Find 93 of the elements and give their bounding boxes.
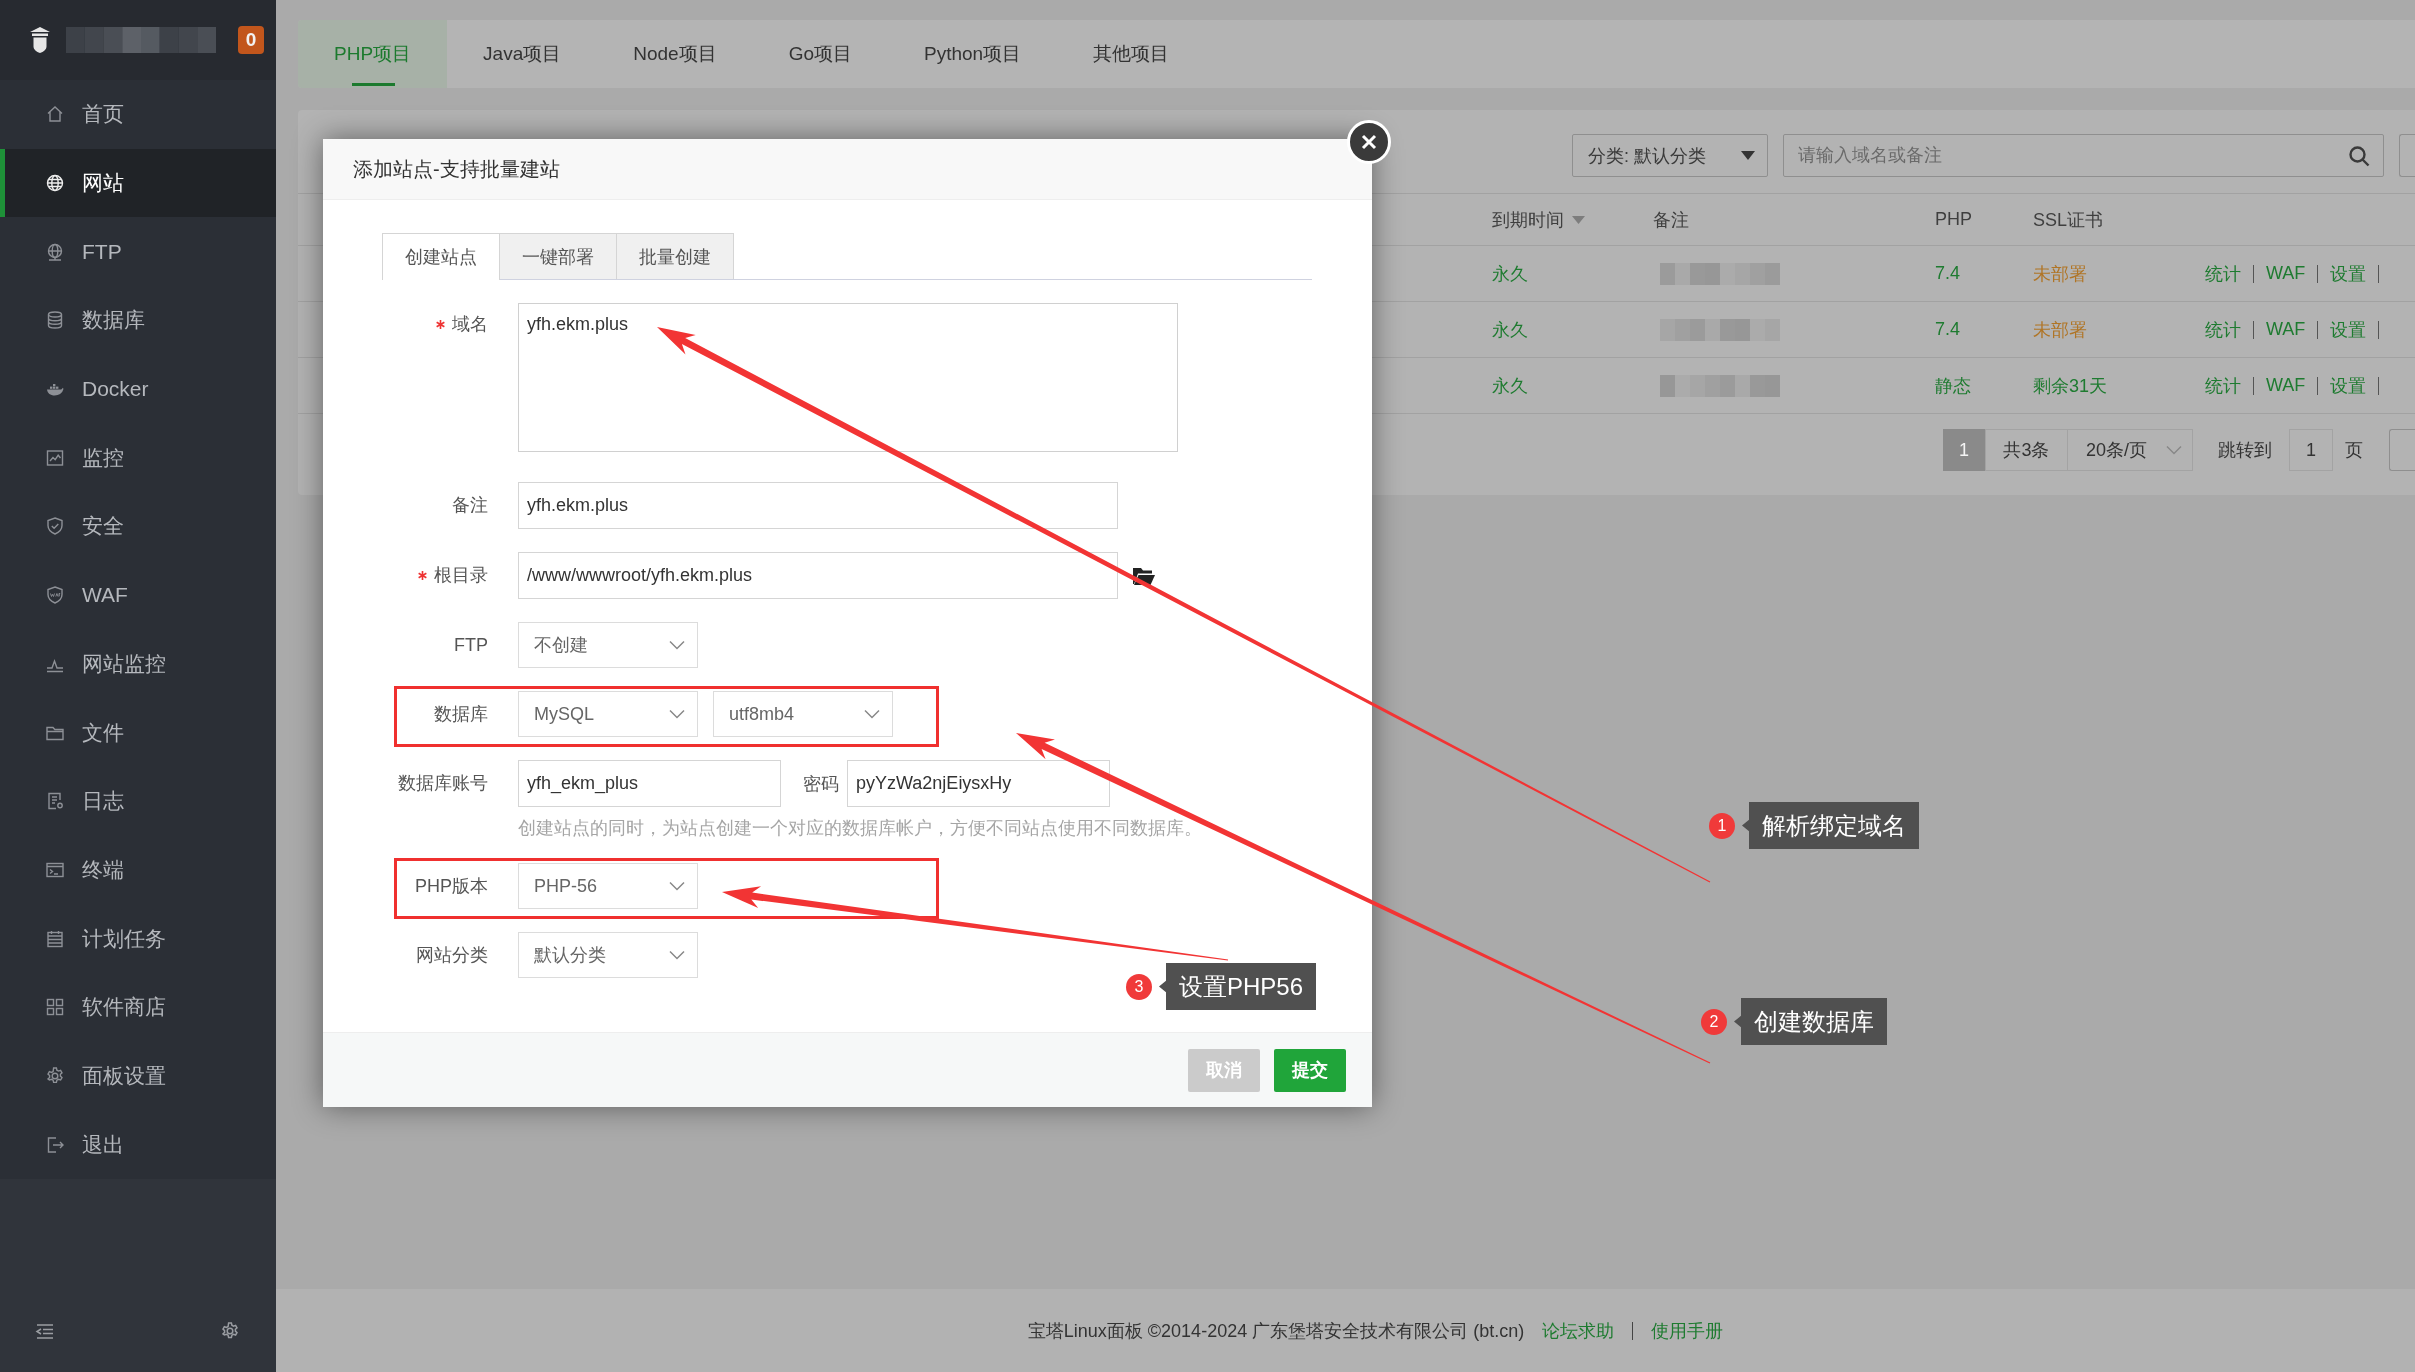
field-label: PHP版本 (415, 875, 488, 898)
chevron-down-icon (669, 950, 685, 960)
column-header: 到期时间 (1492, 208, 1564, 232)
globe-icon (45, 173, 65, 194)
chevron-down-icon (669, 881, 685, 891)
field-label: 备注 (452, 494, 488, 517)
chevron-down-icon (864, 709, 880, 719)
chevron-down-icon (669, 640, 685, 650)
field-label: 数据库账号 (398, 772, 488, 795)
page-unit-label: 页 (2345, 439, 2363, 462)
sidebar-item[interactable]: 软件商店 (0, 972, 276, 1042)
dialog-tab[interactable]: 一键部署 (499, 233, 617, 279)
document-icon (45, 791, 65, 812)
dialog-tab[interactable]: 创建站点 (382, 233, 500, 280)
dialog-tab[interactable]: 批量创建 (616, 233, 734, 279)
gear-icon (45, 1065, 65, 1086)
page-jump-input[interactable]: 1 (2289, 429, 2333, 471)
sidebar-item[interactable]: 日志 (0, 766, 276, 836)
table-cell: 静态 (1935, 375, 1971, 396)
sidebar-item[interactable]: 计划任务 (0, 904, 276, 973)
page-button[interactable]: 1 (1943, 429, 1985, 471)
dropdown[interactable]: utf8mb4 (713, 691, 893, 737)
table-cell: 7.4 (1935, 319, 1961, 339)
sidebar-item[interactable]: 安全 (0, 492, 276, 561)
dropdown[interactable]: 不创建 (518, 622, 698, 668)
field-label: 域名 (452, 313, 488, 336)
calendar-icon (45, 928, 65, 949)
sidebar-item[interactable]: 终端 (0, 835, 276, 905)
input-field[interactable]: pyYzWa2njEiysxHy (847, 760, 1110, 807)
table-cell: 永久 (1492, 319, 1528, 340)
caret-down-icon (1741, 151, 1755, 160)
sidebar-item[interactable]: 退出 (0, 1110, 276, 1179)
copyright-text: 宝塔Linux面板 ©2014-2024 广东堡塔安全技术有限公司 (bt.cn) (1027, 1319, 1525, 1343)
sidebar-item[interactable]: 文件 (0, 698, 276, 767)
input-field[interactable]: yfh_ekm_plus (518, 760, 781, 807)
app-grid-icon (45, 997, 65, 1018)
shield-check-icon (45, 516, 65, 537)
project-tab[interactable]: 其他项目 (1057, 20, 1206, 88)
project-tab[interactable]: Python项目 (888, 20, 1058, 88)
column-header: 备注 (1653, 208, 1689, 232)
project-tab[interactable]: Node项目 (597, 20, 753, 88)
dropdown[interactable]: 默认分类 (518, 932, 698, 978)
path-input[interactable]: /www/wwwroot/yfh.ekm.plus (518, 552, 1118, 599)
callout-label: 设置PHP56 (1159, 963, 1317, 1010)
shield-icon (45, 585, 65, 606)
sidebar-item[interactable]: 网站 (0, 148, 276, 218)
sidebar-item[interactable]: FTP (0, 217, 276, 287)
project-tab[interactable]: Go项目 (752, 20, 888, 88)
home-icon (45, 104, 65, 125)
sidebar-item[interactable]: 首页 (0, 80, 276, 149)
sidebar-item[interactable]: 数据库 (0, 286, 276, 355)
sidebar-item[interactable]: 网站监控 (0, 629, 276, 699)
sidebar-item[interactable]: 监控 (0, 423, 276, 493)
dialog-title: 添加站点-支持批量建站 (353, 156, 560, 182)
sidebar-item[interactable]: Docker (0, 354, 276, 424)
database-icon (45, 310, 65, 331)
logout-icon (45, 1134, 65, 1155)
tower-icon (28, 26, 52, 54)
field-label: 数据库 (434, 703, 488, 726)
domain-textarea[interactable]: yfh.ekm.plus (518, 303, 1178, 452)
field-label: 根目录 (434, 564, 488, 587)
field-label: FTP (454, 634, 488, 656)
search-field[interactable]: 请输入域名或备注 (1783, 134, 2384, 177)
help-text: 创建站点的同时，为站点创建一个对应的数据库帐户，方便不同站点使用不同数据库。 (518, 817, 1202, 840)
sidebar-item[interactable]: 面板设置 (0, 1041, 276, 1111)
table-cell: 永久 (1492, 263, 1528, 284)
table-cell: 7.4 (1935, 263, 1961, 283)
sidebar-item[interactable]: WAF (0, 560, 276, 630)
chart-frame-icon (45, 447, 65, 468)
column-header: SSL证书 (2033, 208, 2104, 232)
notification-badge[interactable]: 0 (238, 26, 264, 54)
close-icon (1361, 134, 1377, 150)
field-label: 密码 (803, 772, 839, 796)
search-icon[interactable] (2348, 144, 2370, 167)
callout-label: 解析绑定域名 (1742, 802, 1919, 849)
chevron-down-icon (2166, 445, 2182, 455)
table-cell: 永久 (1492, 375, 1528, 396)
callout-label: 创建数据库 (1734, 998, 1887, 1045)
gear-icon[interactable] (220, 1321, 240, 1341)
dropdown[interactable]: MySQL (518, 691, 698, 737)
jump-label: 跳转到 (2218, 439, 2272, 462)
menu-collapse-icon[interactable] (35, 1321, 55, 1341)
page-size-dropdown[interactable]: 20条/页 (2068, 429, 2193, 471)
field-label: 网站分类 (416, 944, 488, 967)
globe-icon (45, 241, 65, 262)
column-header: PHP (1935, 209, 1972, 230)
submit-button[interactable]: 提交 (1274, 1048, 1346, 1092)
input-field[interactable]: yfh.ekm.plus (518, 482, 1118, 529)
chevron-down-icon (669, 709, 685, 719)
project-tab[interactable]: Java项目 (447, 20, 598, 88)
dropdown[interactable]: PHP-56 (518, 863, 698, 909)
total-count: 共3条 (1985, 429, 2068, 471)
category-dropdown[interactable]: 分类: 默认分类 (1572, 134, 1768, 177)
